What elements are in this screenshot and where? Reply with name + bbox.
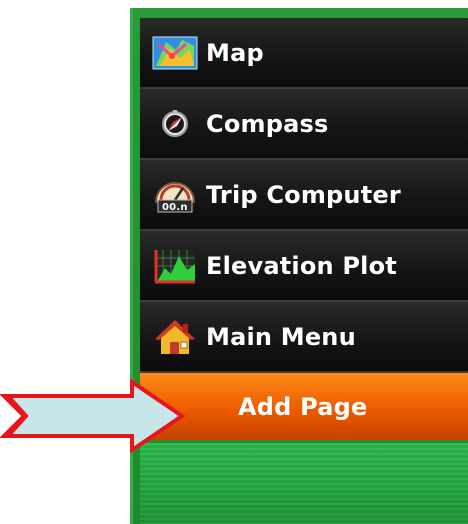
menu-item-compass[interactable]: Compass (140, 89, 468, 160)
menu-item-trip-computer[interactable]: 00.n Trip Computer (140, 160, 468, 231)
menu-item-label: Main Menu (206, 322, 356, 351)
add-page-button[interactable]: Add Page (140, 373, 468, 440)
menu-item-label: Map (206, 38, 264, 67)
menu-item-main-menu[interactable]: Main Menu (140, 302, 468, 373)
menu-item-label: Trip Computer (206, 180, 401, 209)
menu-item-label: Elevation Plot (206, 251, 397, 280)
pointer-arrow-icon (0, 378, 186, 454)
screen: Map Compass 00.n Trip Computer Elevation… (0, 0, 468, 524)
house-icon (150, 318, 200, 356)
menu-item-map[interactable]: Map (140, 18, 468, 89)
trip-computer-icon: 00.n (150, 176, 200, 214)
page-menu: Map Compass 00.n Trip Computer Elevation… (140, 18, 468, 440)
compass-icon (150, 105, 200, 143)
map-icon (150, 34, 200, 72)
svg-text:00.n: 00.n (162, 202, 188, 213)
elevation-plot-icon (150, 247, 200, 285)
menu-item-elevation-plot[interactable]: Elevation Plot (140, 231, 468, 302)
background-band (140, 443, 468, 524)
menu-item-label: Compass (206, 109, 329, 138)
add-page-label: Add Page (238, 392, 368, 421)
